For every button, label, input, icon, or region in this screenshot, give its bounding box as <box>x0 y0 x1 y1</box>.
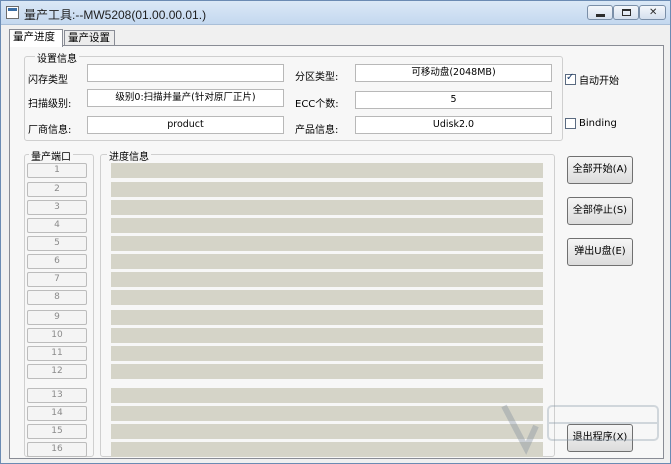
progress-bar-7 <box>111 272 543 287</box>
maximize-icon <box>622 9 631 16</box>
stop-all-button[interactable]: 全部停止(S) <box>567 197 633 225</box>
eject-button[interactable]: 弹出U盘(E) <box>567 238 633 266</box>
binding-check-icon[interactable] <box>565 118 576 129</box>
vendor-field[interactable]: product <box>87 116 284 134</box>
port-10: 10 <box>27 328 87 343</box>
port-5: 5 <box>27 236 87 251</box>
progress-bar-12 <box>111 364 543 379</box>
scan-level-label: 扫描级别: <box>28 99 72 110</box>
product-label: 产品信息: <box>295 125 339 136</box>
progress-bar-15 <box>111 424 543 439</box>
progress-bar-14 <box>111 406 543 421</box>
partition-label: 分区类型: <box>295 72 339 83</box>
partition-field[interactable]: 可移动盘(2048MB) <box>355 64 552 82</box>
progress-bar-16 <box>111 442 543 457</box>
port-9: 9 <box>27 310 87 325</box>
maximize-button[interactable] <box>613 5 639 20</box>
exit-button[interactable]: 退出程序(X) <box>567 424 633 452</box>
tab-panel: 设置信息 闪存类型 扫描级别: 级别0:扫描并量产(针对原厂正片) 厂商信息: … <box>9 45 664 459</box>
port-7: 7 <box>27 272 87 287</box>
port-8: 8 <box>27 290 87 305</box>
port-14: 14 <box>27 406 87 421</box>
auto-start-checkbox[interactable]: 自动开始 <box>565 72 619 87</box>
port-16: 16 <box>27 442 87 457</box>
port-3: 3 <box>27 200 87 215</box>
progress-bar-13 <box>111 388 543 403</box>
window-title: 量产工具:--MW5208(01.00.00.01.) <box>24 8 207 22</box>
settings-group-caption: 设置信息 <box>35 50 79 65</box>
progress-bar-3 <box>111 200 543 215</box>
ecc-field[interactable]: 5 <box>355 91 552 109</box>
progress-bar-2 <box>111 182 543 197</box>
port-12: 12 <box>27 364 87 379</box>
close-icon: ✕ <box>649 7 658 18</box>
binding-label: Binding <box>579 118 617 129</box>
vendor-label: 厂商信息: <box>28 125 72 136</box>
port-1: 1 <box>27 163 87 178</box>
auto-start-check-icon[interactable] <box>565 72 576 85</box>
port-group-caption: 量产端口 <box>29 148 73 163</box>
port-6: 6 <box>27 254 87 269</box>
progress-bar-11 <box>111 346 543 361</box>
progress-bar-6 <box>111 254 543 269</box>
title-bar[interactable]: 量产工具:--MW5208(01.00.00.01.) ✕ <box>1 1 670 25</box>
main-window: 量产工具:--MW5208(01.00.00.01.) ✕ 量产进度 量产设置 … <box>0 0 671 464</box>
close-button[interactable]: ✕ <box>639 5 666 20</box>
progress-bar-9 <box>111 310 543 325</box>
app-icon <box>6 6 19 19</box>
progress-bar-8 <box>111 290 543 305</box>
flash-type-label: 闪存类型 <box>28 75 68 86</box>
minimize-button[interactable] <box>587 5 613 20</box>
flash-type-field[interactable] <box>87 64 284 82</box>
progress-bar-5 <box>111 236 543 251</box>
binding-checkbox[interactable]: Binding <box>565 118 617 129</box>
scan-level-field[interactable]: 级别0:扫描并量产(针对原厂正片) <box>87 89 284 107</box>
minimize-icon <box>596 14 605 17</box>
port-13: 13 <box>27 388 87 403</box>
ecc-label: ECC个数: <box>295 99 339 110</box>
progress-bar-4 <box>111 218 543 233</box>
port-11: 11 <box>27 346 87 361</box>
port-2: 2 <box>27 182 87 197</box>
product-field[interactable]: Udisk2.0 <box>355 116 552 134</box>
tab-progress[interactable]: 量产进度 <box>9 29 63 47</box>
start-all-button[interactable]: 全部开始(A) <box>567 156 633 184</box>
tab-settings[interactable]: 量产设置 <box>64 30 115 46</box>
progress-group-caption: 进度信息 <box>107 148 151 163</box>
progress-bar-1 <box>111 163 543 178</box>
port-4: 4 <box>27 218 87 233</box>
auto-start-label: 自动开始 <box>579 76 619 87</box>
port-15: 15 <box>27 424 87 439</box>
progress-bar-10 <box>111 328 543 343</box>
